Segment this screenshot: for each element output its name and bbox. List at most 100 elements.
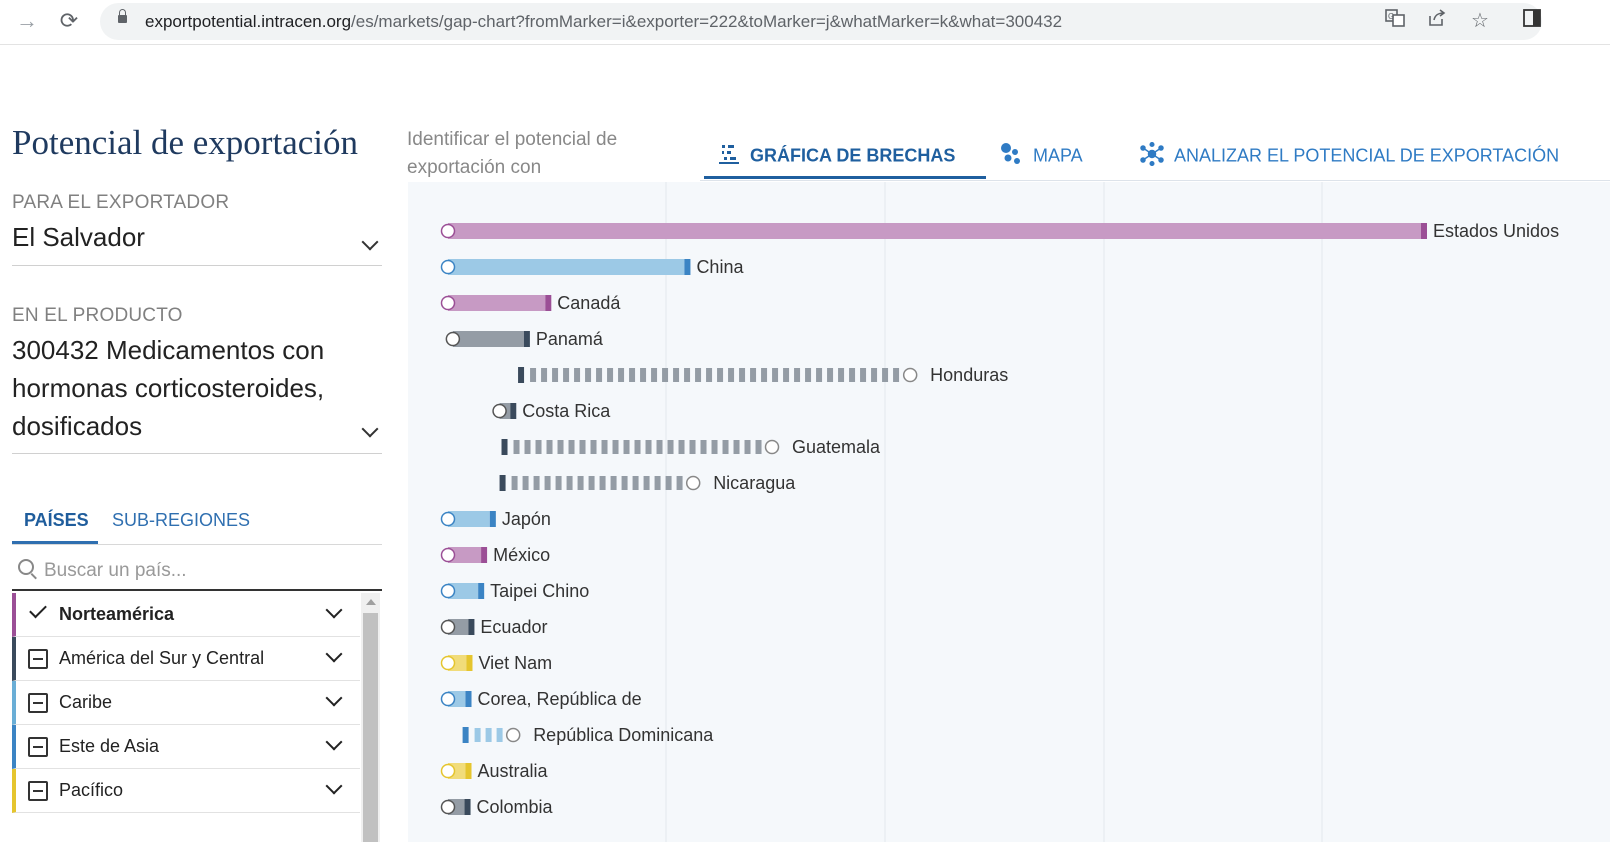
gap-row[interactable]: Honduras — [518, 365, 1008, 385]
chevron-down-icon[interactable] — [325, 689, 343, 707]
actual-marker — [501, 439, 508, 455]
gap-row[interactable]: China — [440, 257, 745, 277]
partial-checkbox-icon[interactable] — [28, 649, 48, 669]
partial-checkbox-icon[interactable] — [28, 781, 48, 801]
country-label: Canadá — [557, 293, 621, 313]
bookmark-star-icon[interactable]: ☆ — [1467, 8, 1493, 34]
gap-row[interactable]: Nicaragua — [499, 473, 797, 493]
potential-marker — [440, 655, 456, 671]
gap-row[interactable]: Guatemala — [501, 437, 882, 457]
region-label: Norteamérica — [59, 604, 175, 624]
gap-row[interactable]: Colombia — [440, 797, 554, 817]
gap-stripe — [838, 368, 845, 382]
potential-marker — [440, 799, 456, 815]
gap-row[interactable]: Viet Nam — [440, 653, 553, 673]
url-text[interactable]: exportpotential.intracen.org/es/markets/… — [145, 12, 1062, 32]
partial-checkbox-icon[interactable] — [28, 693, 48, 713]
gap-row[interactable]: República Dominicana — [462, 725, 715, 745]
potential-marker — [440, 259, 456, 275]
tab-gap-chart[interactable]: GRÁFICA DE BRECHAS — [718, 142, 955, 171]
exporter-select[interactable]: El Salvador — [12, 218, 382, 266]
gap-stripe — [612, 440, 619, 454]
country-label: Colombia — [477, 797, 554, 817]
gap-stripe — [588, 476, 595, 490]
region-item[interactable]: Norteamérica — [12, 593, 360, 637]
gap-stripe — [744, 440, 751, 454]
gap-stripe — [563, 368, 570, 382]
gap-stripe — [568, 440, 575, 454]
region-item[interactable]: Este de Asia — [12, 725, 360, 769]
tab-gap-chart-label: GRÁFICA DE BRECHAS — [750, 145, 956, 166]
tab-analyze-label: ANALIZAR EL POTENCIAL DE EXPORTACIÓN — [1174, 145, 1560, 166]
gap-row[interactable]: Taipei Chino — [440, 581, 590, 601]
country-label: Estados Unidos — [1433, 221, 1559, 241]
actual-marker — [466, 655, 473, 671]
actual-marker — [545, 295, 552, 311]
gap-stripe — [676, 476, 683, 490]
search-input[interactable] — [42, 557, 366, 585]
translate-icon[interactable]: G — [1382, 8, 1408, 34]
lock-icon[interactable] — [118, 9, 127, 23]
actual-marker — [510, 403, 517, 419]
chevron-down-icon[interactable] — [325, 645, 343, 663]
actual-marker — [478, 583, 485, 599]
chevron-down-icon[interactable] — [325, 777, 343, 795]
product-label: EN EL PRODUCTO — [12, 305, 183, 326]
region-item[interactable]: Caribe — [12, 681, 360, 725]
gap-stripe — [706, 368, 713, 382]
scroll-up-arrow-icon[interactable] — [366, 599, 376, 605]
gap-row[interactable]: Japón — [440, 509, 551, 529]
side-panel-icon[interactable] — [1519, 8, 1545, 34]
product-select[interactable]: 300432 Medicamentos con hormonas cortico… — [12, 331, 382, 454]
gap-stripe — [535, 440, 542, 454]
potential-marker — [440, 583, 456, 599]
chevron-down-icon[interactable] — [325, 733, 343, 751]
identify-text: Identificar el potencial de exportación … — [407, 129, 618, 178]
checkmark-icon[interactable] — [29, 600, 47, 619]
actual-marker — [523, 331, 530, 347]
gap-stripe — [689, 440, 696, 454]
potential-marker — [685, 475, 701, 491]
potential-marker — [440, 511, 456, 527]
country-label: Australia — [478, 761, 549, 781]
chevron-down-icon[interactable] — [325, 601, 343, 619]
tab-countries[interactable]: PAÍSES — [24, 510, 89, 531]
gap-row[interactable]: Canadá — [440, 293, 622, 313]
forward-icon[interactable]: → — [12, 6, 42, 36]
region-item[interactable]: América del Sur y Central — [12, 637, 360, 681]
gap-stripe — [552, 368, 559, 382]
tab-map[interactable]: MAPA — [999, 142, 1083, 171]
gap-row[interactable]: Ecuador — [440, 617, 548, 637]
gap-stripe — [474, 728, 481, 742]
country-label: Ecuador — [480, 617, 547, 637]
gap-stripe — [546, 440, 553, 454]
gap-stripe — [728, 368, 735, 382]
partial-checkbox-icon[interactable] — [28, 737, 48, 757]
gap-row[interactable]: Costa Rica — [492, 401, 611, 421]
region-item[interactable]: Pacífico — [12, 769, 360, 813]
gap-stripe — [513, 440, 520, 454]
tab-subregions[interactable]: SUB-REGIONES — [112, 510, 250, 531]
tab-analyze[interactable]: ANALIZAR EL POTENCIAL DE EXPORTACIÓN — [1140, 141, 1560, 171]
gap-stripe — [601, 440, 608, 454]
potential-marker — [440, 763, 456, 779]
country-label: Taipei Chino — [490, 581, 589, 601]
share-icon[interactable] — [1424, 8, 1450, 34]
region-list-scrollbar[interactable] — [361, 593, 380, 842]
network-icon — [1140, 141, 1164, 171]
reload-icon[interactable]: ⟳ — [54, 6, 84, 36]
gap-row[interactable]: Australia — [440, 761, 549, 781]
gap-row[interactable]: Corea, República de — [440, 689, 642, 709]
country-tabs: PAÍSES SUB-REGIONES — [12, 504, 382, 545]
url-host: exportpotential.intracen.org — [145, 12, 352, 31]
gap-stripe — [530, 368, 537, 382]
gap-stripe — [665, 476, 672, 490]
gap-row[interactable]: Estados Unidos — [440, 221, 1560, 241]
gap-bar — [452, 331, 524, 347]
gap-stripe — [651, 368, 658, 382]
gap-row[interactable]: México — [440, 545, 551, 565]
gap-row[interactable]: Panamá — [445, 329, 604, 349]
address-bar[interactable]: exportpotential.intracen.org/es/markets/… — [100, 3, 1542, 40]
gap-bar — [448, 223, 1421, 239]
scroll-thumb[interactable] — [363, 613, 378, 842]
